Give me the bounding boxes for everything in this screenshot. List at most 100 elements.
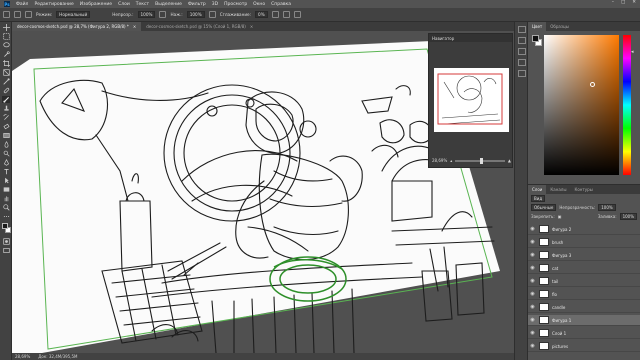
lasso-tool-icon[interactable] [2, 42, 10, 49]
pressure-size-icon[interactable] [282, 11, 290, 18]
tab-swatches[interactable]: Образцы [546, 22, 573, 31]
navigator-zoom-slider[interactable] [455, 157, 505, 164]
visibility-eye-icon[interactable]: ◉ [528, 252, 537, 258]
quick-select-icon[interactable] [2, 51, 10, 58]
maximize-icon[interactable]: □ [621, 0, 625, 5]
layer-row[interactable]: ◉ Фигура 3 [528, 250, 640, 261]
tab-color[interactable]: Цвет [528, 22, 547, 31]
opacity-field[interactable]: 100% [137, 11, 156, 18]
layer-row[interactable]: ◉ cat [528, 263, 640, 274]
foreground-color-swatch[interactable] [2, 223, 8, 229]
menu-window[interactable]: Окно [253, 2, 265, 7]
frame-tool-icon[interactable] [2, 69, 10, 76]
blend-mode-dropdown[interactable]: Обычные [531, 204, 557, 211]
layer-row[interactable]: ◉ Слой 1 [528, 328, 640, 339]
menu-edit[interactable]: Редактирование [34, 2, 73, 7]
layer-opacity-field[interactable]: 100% [598, 204, 616, 211]
tab-document-inactive[interactable]: decor-cosmos-sketch.psd @ 15% (Слой 1, R… [141, 22, 258, 31]
smoothing-field[interactable]: 0% [255, 11, 268, 18]
visibility-eye-icon[interactable]: ◉ [528, 291, 537, 297]
layer-row[interactable]: ◉ candle [528, 302, 640, 313]
brush-tool-icon[interactable] [2, 96, 10, 103]
mode-dropdown[interactable]: Нормальный [56, 11, 91, 18]
brush-presets-icon[interactable] [518, 48, 526, 55]
layer-row[interactable]: ◉ brush [528, 237, 640, 248]
visibility-eye-icon[interactable]: ◉ [528, 239, 537, 245]
tab-layers[interactable]: Слои [528, 185, 547, 194]
zoom-out-icon[interactable]: ▴ [450, 158, 452, 163]
clone-stamp-icon[interactable] [2, 105, 10, 112]
crop-tool-icon[interactable] [2, 60, 10, 67]
tab-channels[interactable]: Каналы [546, 185, 570, 194]
flow-field[interactable]: 100% [186, 11, 205, 18]
close-icon[interactable]: ✕ [632, 0, 636, 5]
properties-icon[interactable] [518, 37, 526, 44]
layer-row[interactable]: ◉ Фигура 1 [528, 315, 640, 326]
healing-brush-icon[interactable] [2, 87, 10, 94]
layer-row[interactable]: ◉ tail [528, 276, 640, 287]
path-select-icon[interactable] [2, 177, 10, 184]
fill-field[interactable]: 100% [619, 213, 637, 220]
visibility-eye-icon[interactable]: ◉ [528, 343, 537, 349]
menu-filter[interactable]: Фильтр [188, 2, 206, 7]
menu-file[interactable]: Файл [16, 2, 28, 7]
zoom-tool-icon[interactable] [2, 204, 10, 211]
hand-tool-icon[interactable] [2, 195, 10, 202]
move-tool-icon[interactable] [2, 24, 10, 31]
tab-paths[interactable]: Контуры [570, 185, 596, 194]
type-tool-icon[interactable] [2, 168, 10, 175]
photoshop-logo-icon[interactable]: Ps [4, 1, 10, 7]
navigator-thumbnail[interactable] [434, 68, 509, 168]
visibility-eye-icon[interactable]: ◉ [528, 317, 537, 323]
status-zoom[interactable]: 28,69% [15, 354, 30, 359]
layer-row[interactable]: ◉ pictures [528, 341, 640, 352]
lock-icon[interactable]: ▣ [558, 214, 562, 219]
visibility-eye-icon[interactable]: ◉ [528, 265, 537, 271]
hue-slider[interactable] [623, 35, 631, 175]
gradient-icon[interactable] [2, 132, 10, 139]
zoom-slider-knob[interactable] [480, 157, 484, 164]
saturation-value-field[interactable] [544, 35, 619, 175]
color-picker-ring-icon[interactable] [590, 82, 595, 87]
screen-mode-icon[interactable] [2, 247, 10, 254]
brush-tool-preset-icon[interactable] [3, 11, 10, 18]
airbrush-icon[interactable] [208, 11, 216, 18]
shape-tool-icon[interactable] [2, 186, 10, 193]
layer-row[interactable]: ◉ flo [528, 289, 640, 300]
zoom-in-icon[interactable]: ▲ [508, 158, 511, 163]
brush-settings-icon[interactable] [25, 11, 32, 18]
menu-view[interactable]: Просмотр [224, 2, 247, 7]
history-icon[interactable] [518, 26, 526, 33]
gear-icon[interactable] [271, 11, 279, 18]
menu-type[interactable]: Текст [136, 2, 149, 7]
visibility-eye-icon[interactable]: ◉ [528, 226, 537, 232]
hue-arrow-icon[interactable]: ◂ [631, 49, 634, 55]
canvas-area[interactable]: Навигатор 28,69% ▴ ▲ Фигура 1 [12, 31, 584, 353]
close-icon[interactable]: × [133, 24, 136, 29]
layer-row[interactable]: ◉ Фигура 2 [528, 224, 640, 235]
eraser-icon[interactable] [2, 123, 10, 130]
symmetry-icon[interactable] [293, 11, 301, 18]
navigator-zoom-value[interactable]: 28,69% [432, 158, 447, 163]
brush-size-icon[interactable] [14, 11, 21, 18]
dodge-icon[interactable] [2, 150, 10, 157]
eyedropper-icon[interactable] [2, 78, 10, 85]
marquee-tool-icon[interactable] [2, 33, 10, 40]
menu-image[interactable]: Изображение [80, 2, 112, 7]
adjustments-icon[interactable] [518, 59, 526, 66]
menu-help[interactable]: Справка [271, 2, 291, 7]
menu-layers[interactable]: Слои [118, 2, 130, 7]
minimize-icon[interactable]: – [612, 0, 614, 5]
close-icon[interactable]: × [250, 24, 253, 29]
menu-select[interactable]: Выделение [155, 2, 182, 7]
pen-tool-icon[interactable] [2, 159, 10, 166]
color-swatches[interactable] [1, 223, 11, 235]
visibility-eye-icon[interactable]: ◉ [528, 330, 537, 336]
tab-document-active[interactable]: decor-cosmos-sketch.psd @ 28,7% (Фигура … [12, 22, 142, 31]
menu-3d[interactable]: 3D [212, 2, 218, 7]
kind-filter-dropdown[interactable]: Вид [531, 195, 546, 202]
history-brush-icon[interactable] [2, 114, 10, 121]
styles-icon[interactable] [518, 70, 526, 77]
foreground-color-chip[interactable] [532, 35, 539, 42]
visibility-eye-icon[interactable]: ◉ [528, 304, 537, 310]
